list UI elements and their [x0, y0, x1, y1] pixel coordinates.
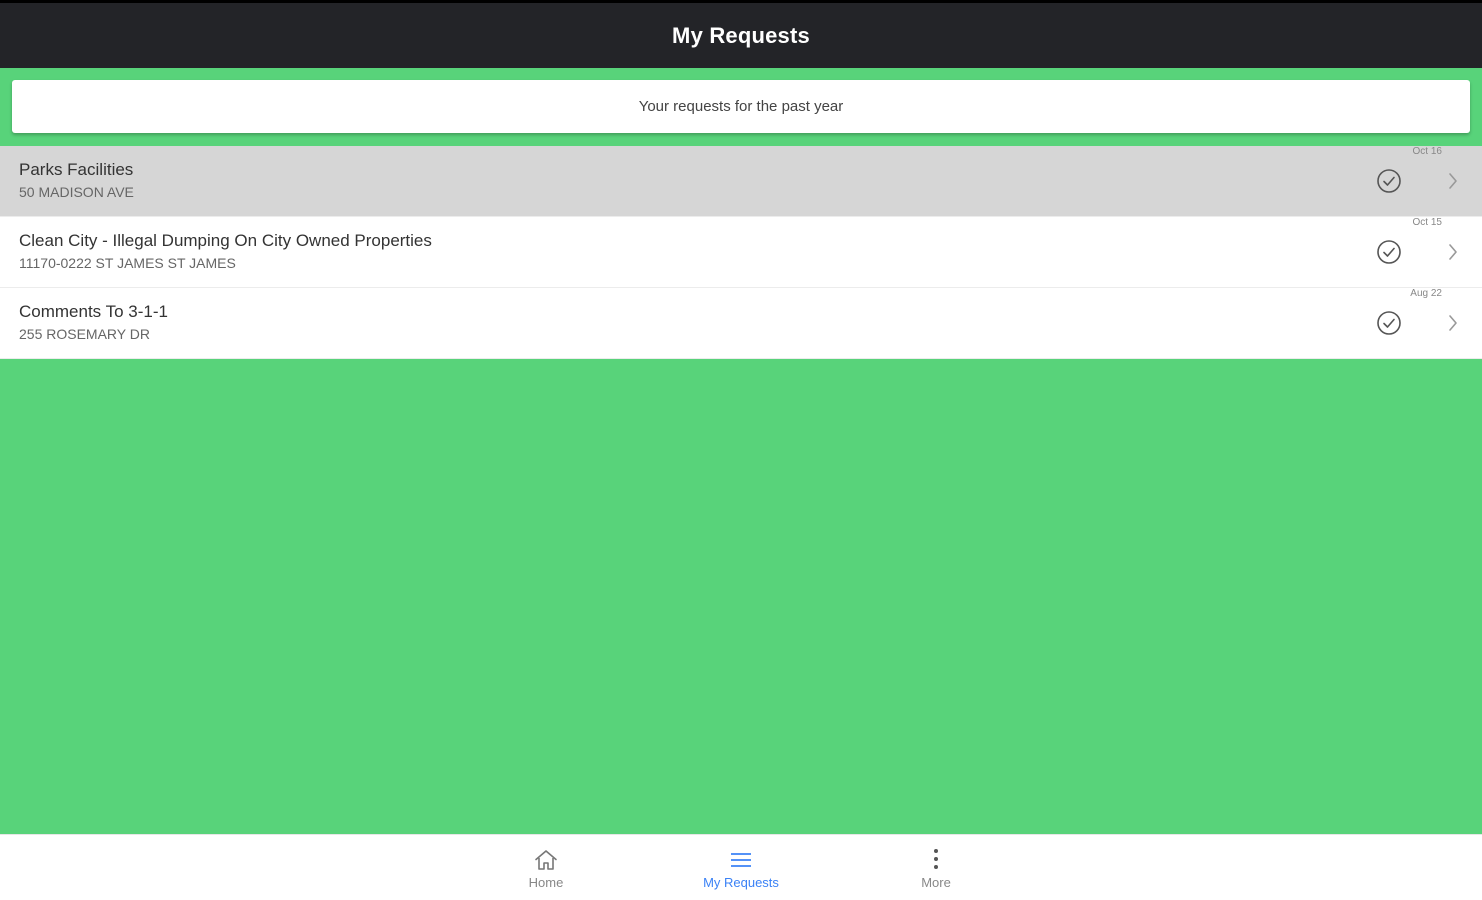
- request-title: Comments To 3-1-1: [19, 302, 168, 321]
- request-title: Clean City - Illegal Dumping On City Own…: [19, 231, 432, 250]
- nav-my-requests-label: My Requests: [703, 875, 779, 890]
- page-title: My Requests: [672, 22, 810, 48]
- request-date: Oct 16: [1412, 146, 1442, 157]
- request-row[interactable]: Clean City - Illegal Dumping On City Own…: [0, 217, 1482, 288]
- app: My Requests Your requests for the past y…: [0, 0, 1482, 900]
- request-address: 255 ROSEMARY DR: [19, 326, 150, 342]
- chevron-right-icon: [1449, 315, 1457, 331]
- check-circle-icon: [1377, 311, 1401, 335]
- title-bar: My Requests: [0, 0, 1482, 68]
- request-list: Parks Facilities 50 MADISON AVE Oct 16 C…: [0, 146, 1482, 359]
- request-row[interactable]: Parks Facilities 50 MADISON AVE Oct 16: [0, 146, 1482, 217]
- request-address: 50 MADISON AVE: [19, 184, 134, 200]
- chevron-right-icon: [1449, 244, 1457, 260]
- list-icon: [731, 853, 751, 867]
- nav-more-label: More: [921, 875, 951, 890]
- chevron-right-icon: [1449, 173, 1457, 189]
- request-date: Aug 22: [1410, 288, 1442, 299]
- nav-more[interactable]: More: [856, 835, 1016, 900]
- banner-text: Your requests for the past year: [638, 98, 844, 115]
- check-circle-icon: [1377, 240, 1401, 264]
- info-banner: Your requests for the past year: [12, 80, 1470, 133]
- nav-my-requests[interactable]: My Requests: [661, 835, 821, 900]
- nav-home-label: Home: [528, 875, 564, 890]
- request-address: 11170-0222 ST JAMES ST JAMES: [19, 255, 236, 271]
- nav-home[interactable]: Home: [466, 835, 626, 900]
- request-date: Oct 15: [1412, 217, 1442, 228]
- bottom-nav: Home My Requests More: [0, 834, 1482, 900]
- more-vertical-icon: [934, 849, 938, 869]
- request-row[interactable]: Comments To 3-1-1 255 ROSEMARY DR Aug 22: [0, 288, 1482, 359]
- request-title: Parks Facilities: [19, 160, 134, 179]
- home-icon: [535, 850, 557, 870]
- check-circle-icon: [1377, 169, 1401, 193]
